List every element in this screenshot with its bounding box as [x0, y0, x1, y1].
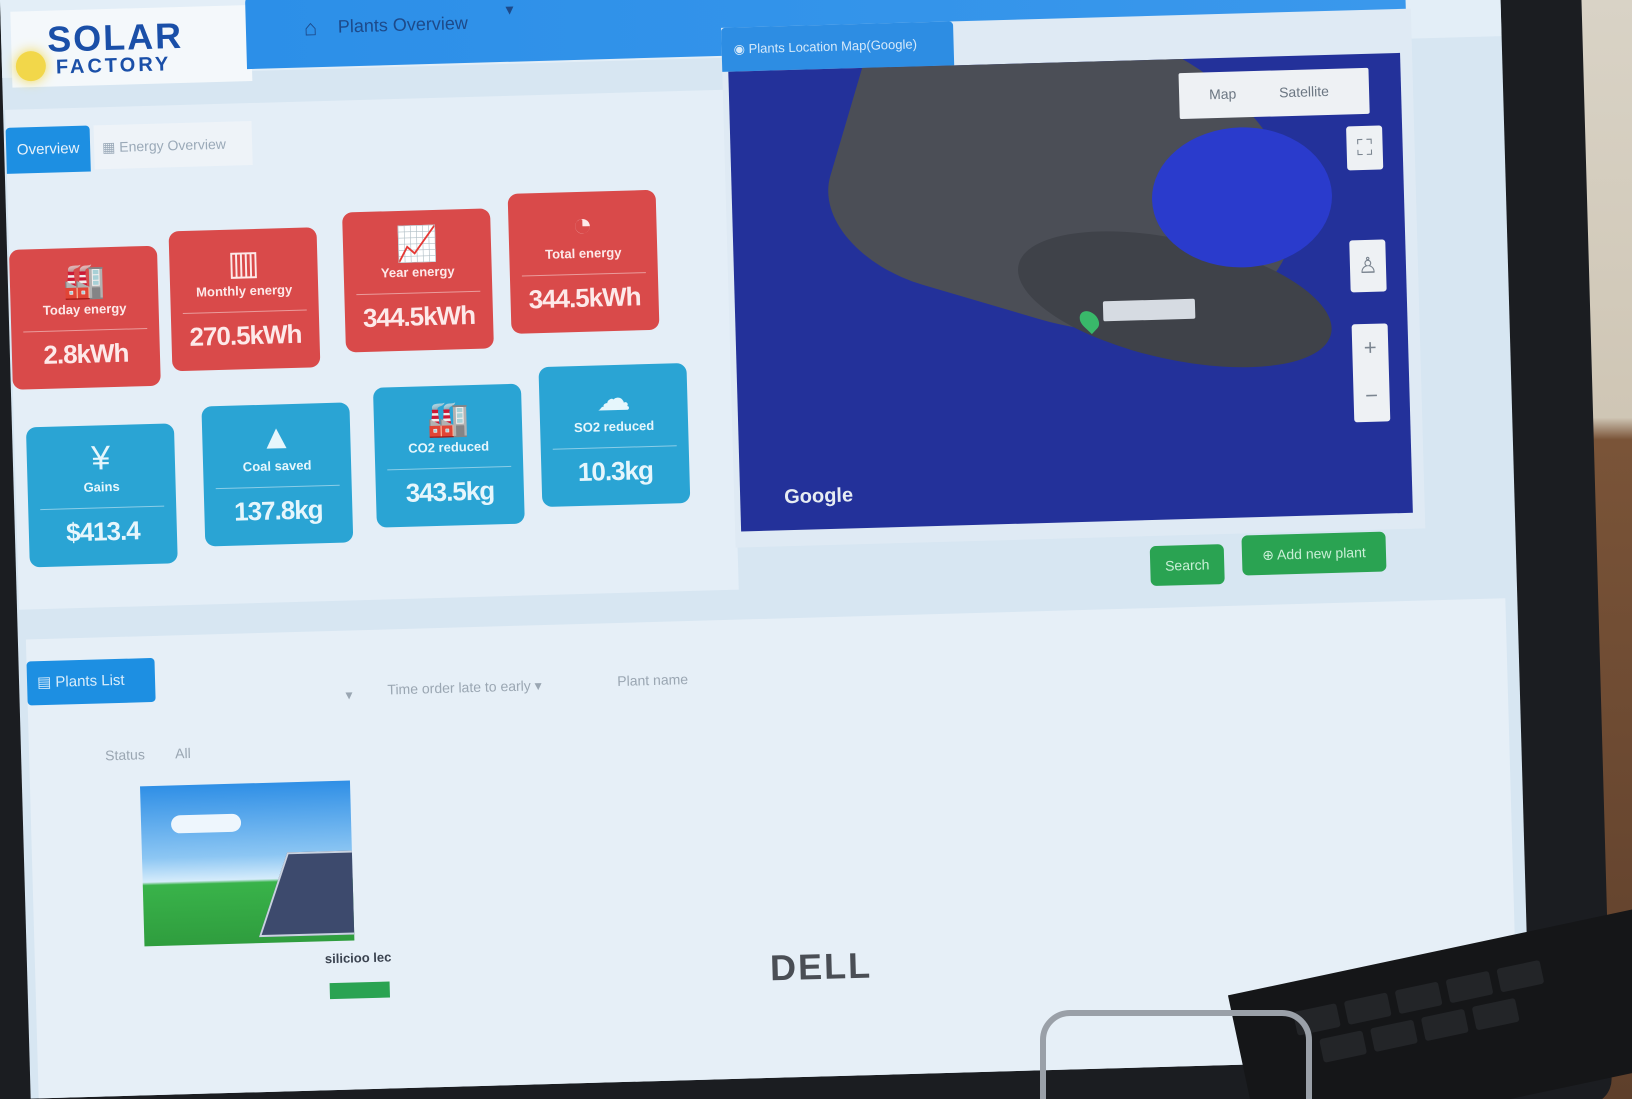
tile-value: 10.3kg — [577, 454, 654, 488]
tile-label: Total energy — [544, 244, 622, 262]
tile-value: 2.8kWh — [42, 337, 129, 370]
logo-line2: FACTORY — [55, 53, 172, 79]
sun-icon — [15, 50, 47, 82]
sort-order-select[interactable]: Time order late to early ▾ — [387, 677, 542, 698]
tile-label: CO2 reduced — [407, 438, 490, 456]
divider — [182, 309, 307, 315]
chevron-down-icon[interactable]: ▾ — [345, 686, 353, 703]
map-card: ◉ Plants Location Map(Google) Map Satell… — [721, 8, 1426, 587]
divider — [40, 505, 165, 511]
add-new-plant-label: Add new plant — [1276, 544, 1366, 563]
fullscreen-button[interactable]: ⛶ — [1346, 125, 1384, 171]
plants-list-header: ▤ Plants List — [26, 657, 156, 706]
status-label: Status — [104, 746, 146, 764]
tile-co2-reduced: 🏭 CO2 reduced 343.5kg — [372, 383, 525, 528]
key — [1471, 997, 1520, 1031]
nav-tab-label: Plants Overview — [337, 12, 469, 37]
chevron-down-icon[interactable]: ▾ — [505, 0, 514, 20]
divider — [215, 484, 340, 490]
map-card-header: ◉ Plants Location Map(Google) — [721, 21, 955, 72]
key — [1445, 970, 1494, 1004]
plant-name-input[interactable]: Plant name — [617, 671, 688, 689]
add-new-plant-button[interactable]: ⊕ Add new plant — [1241, 531, 1387, 576]
plants-list-title: Plants List — [55, 671, 125, 691]
plant-name[interactable]: silicioo lec — [325, 949, 392, 966]
tile-today-energy: 🏭 Today energy 2.8kWh — [8, 245, 161, 390]
map-type-control: Map Satellite — [1178, 67, 1370, 120]
tile-label: Year energy — [380, 263, 455, 281]
google-attribution: Google — [783, 484, 854, 509]
map-type-satellite-button[interactable]: Satellite — [1279, 83, 1329, 100]
solar-panel-image — [258, 849, 355, 938]
plant-thumbnail[interactable] — [140, 780, 355, 947]
map-icon: ◉ — [733, 41, 749, 57]
divider — [23, 328, 148, 333]
logo[interactable]: SOLAR FACTORY — [10, 5, 253, 88]
key — [1496, 959, 1545, 993]
map-type-map-button[interactable]: Map — [1209, 86, 1237, 103]
tile-value: 270.5kWh — [189, 318, 302, 352]
tile-monthly-energy: ▥ Monthly energy 270.5kWh — [168, 227, 321, 372]
tile-label: Monthly energy — [195, 281, 293, 300]
tab-energy-label: Energy Overview — [119, 135, 227, 155]
tile-so2-reduced: ☁ SO2 reduced 10.3kg — [538, 362, 691, 508]
divider — [387, 465, 512, 471]
factory-icon: 🏭 — [62, 262, 106, 302]
tab-overview[interactable]: Overview — [5, 125, 91, 174]
tile-value: 344.5kWh — [528, 281, 641, 315]
tile-label: SO2 reduced — [573, 417, 655, 436]
home-icon: ⌂ — [303, 15, 318, 41]
dell-logo: DELL — [769, 944, 873, 989]
cloud-icon: ☁ — [595, 379, 631, 419]
tile-total-energy: ◔ Total energy 344.5kWh — [507, 189, 660, 334]
cloud-shape — [170, 813, 242, 834]
key — [1394, 981, 1443, 1015]
key — [1420, 1008, 1469, 1042]
zoom-out-button[interactable]: − — [1353, 371, 1390, 420]
divider — [356, 290, 481, 296]
tile-label: Today energy — [42, 300, 127, 318]
laptop-screen: SOLAR FACTORY ⌂ Plants Overview ▾ Overvi… — [0, 0, 1531, 1099]
divider — [521, 272, 646, 277]
plant-status-badge — [329, 981, 391, 1000]
co2-factory-icon: 🏭 — [426, 400, 470, 440]
sort-order-label: Time order late to early — [387, 677, 532, 698]
tile-value: 344.5kWh — [362, 299, 476, 333]
zoom-in-button[interactable]: + — [1352, 323, 1389, 372]
tile-coal-saved: ▲ Coal saved 137.8kg — [201, 402, 354, 547]
tab-energy-overview[interactable]: ▦ Energy Overview — [93, 121, 253, 170]
cable — [1040, 1010, 1312, 1099]
overview-panel: Overview ▦ Energy Overview 🏭 Today energ… — [5, 89, 739, 610]
tile-year-energy: 📈 Year energy 344.5kWh — [342, 208, 494, 353]
tile-label: Gains — [83, 478, 120, 495]
tile-value: $413.4 — [65, 515, 141, 548]
tile-value: 343.5kg — [405, 475, 495, 508]
line-chart-icon: 📈 — [395, 224, 439, 265]
tile-value: 137.8kg — [233, 494, 323, 527]
tile-gains: ¥ Gains $413.4 — [25, 423, 178, 568]
search-button[interactable]: Search — [1149, 544, 1225, 587]
pie-chart-icon: ◔ — [571, 205, 594, 245]
map-title: Plants Location Map(Google) — [748, 36, 918, 57]
key — [1369, 1019, 1418, 1053]
photo-scene: SOLAR FACTORY ⌂ Plants Overview ▾ Overvi… — [0, 0, 1632, 1099]
google-map[interactable]: Map Satellite ⛶ ♙ + − Google — [728, 52, 1413, 532]
status-filter[interactable]: All — [175, 745, 191, 761]
chart-icon: ▦ — [101, 138, 120, 156]
list-icon: ▤ — [36, 673, 56, 692]
tile-label: Coal saved — [242, 457, 312, 475]
key — [1319, 1030, 1368, 1063]
coal-pile-icon: ▲ — [258, 417, 294, 457]
bar-chart-icon: ▥ — [226, 243, 261, 283]
street-view-pegman-icon[interactable]: ♙ — [1349, 239, 1387, 293]
zoom-control: + − — [1351, 323, 1391, 423]
key — [1343, 992, 1392, 1025]
plus-circle-icon: ⊕ — [1261, 546, 1278, 563]
map-pin-label — [1102, 298, 1196, 322]
divider — [552, 445, 677, 450]
yen-icon: ¥ — [90, 439, 111, 478]
